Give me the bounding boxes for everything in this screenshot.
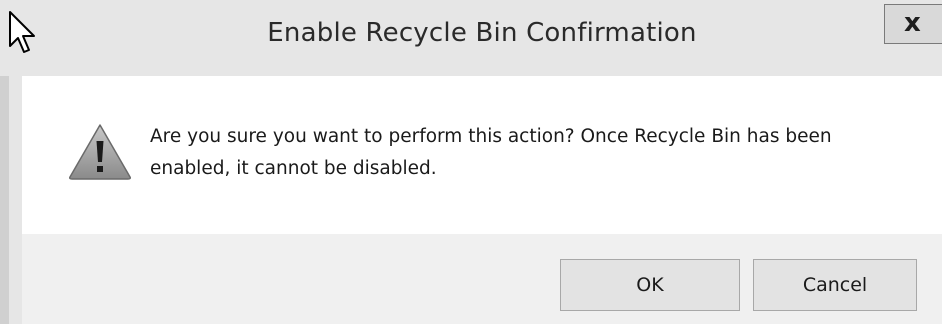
warning-icon — [69, 124, 131, 180]
close-button[interactable]: x — [884, 4, 942, 44]
confirmation-dialog: Enable Recycle Bin Confirmation x Are yo… — [0, 0, 942, 324]
mouse-cursor-icon — [9, 11, 35, 53]
cancel-button[interactable]: Cancel — [753, 259, 917, 311]
confirmation-message: Are you sure you want to perform this ac… — [150, 126, 832, 179]
ok-button[interactable]: OK — [560, 259, 740, 311]
title-bar[interactable]: Enable Recycle Bin Confirmation x — [0, 0, 942, 76]
dialog-content: Are you sure you want to perform this ac… — [22, 76, 942, 234]
window-title: Enable Recycle Bin Confirmation — [267, 18, 697, 48]
dialog-footer: OK Cancel — [22, 234, 942, 324]
close-icon: x — [904, 8, 921, 38]
